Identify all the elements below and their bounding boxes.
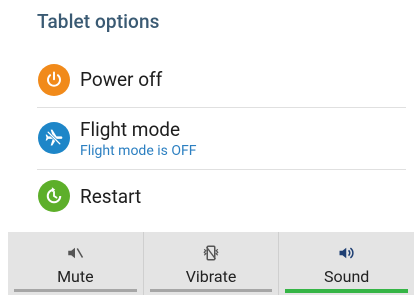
vibrate-indicator	[149, 289, 273, 292]
mute-indicator	[14, 289, 137, 292]
sound-mode-bar: Mute Vibrate Sound	[8, 232, 414, 295]
vibrate-icon	[201, 243, 221, 263]
sound-icon	[336, 243, 358, 263]
sound-button[interactable]: Sound	[279, 232, 414, 295]
flight-mode-label: Flight mode	[80, 118, 181, 141]
divider	[37, 169, 406, 170]
vibrate-label: Vibrate	[185, 267, 237, 286]
airplane-icon	[38, 122, 70, 154]
power-off-label: Power off	[80, 68, 163, 91]
dialog-title: Tablet options	[37, 10, 160, 33]
power-off-option[interactable]: Power off	[0, 61, 414, 103]
sound-active-indicator	[285, 289, 409, 293]
sound-label: Sound	[324, 267, 370, 286]
restart-icon	[38, 180, 70, 212]
restart-label: Restart	[80, 185, 142, 208]
mute-button[interactable]: Mute	[8, 232, 144, 295]
mute-label: Mute	[57, 267, 94, 286]
mute-icon	[66, 243, 84, 263]
vibrate-button[interactable]: Vibrate	[144, 232, 280, 295]
flight-mode-status: Flight mode is OFF	[80, 143, 197, 159]
power-icon	[38, 64, 70, 96]
flight-mode-option[interactable]: Flight mode Flight mode is OFF	[0, 108, 414, 168]
restart-option[interactable]: Restart	[0, 172, 414, 218]
